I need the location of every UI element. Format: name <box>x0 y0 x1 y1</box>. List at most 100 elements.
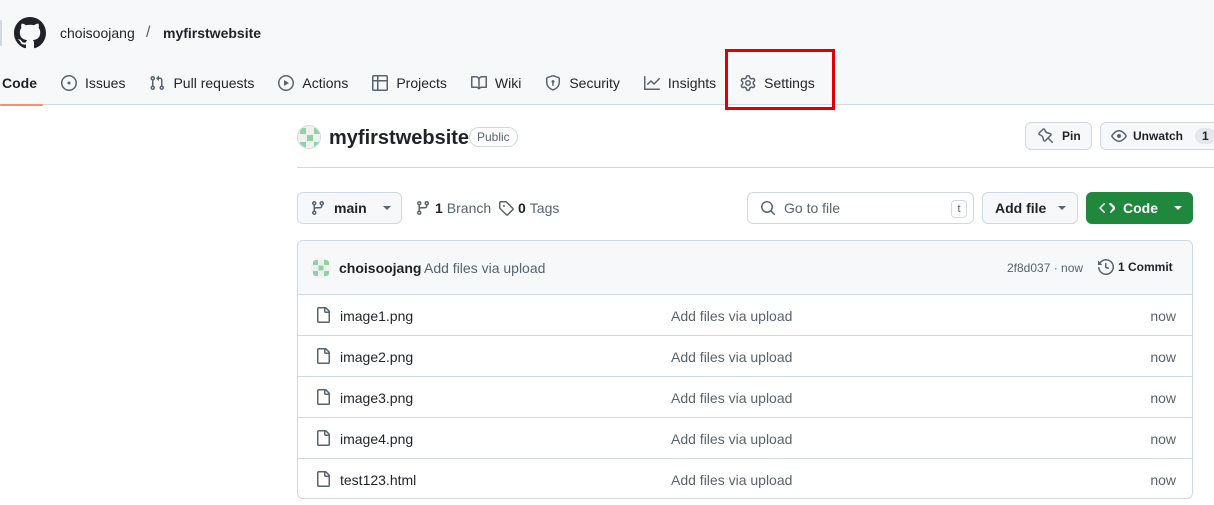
github-logo-icon[interactable] <box>14 17 46 49</box>
file-commit-message[interactable]: Add files via upload <box>671 308 792 324</box>
tab-security[interactable]: Security <box>533 64 632 102</box>
file-row[interactable]: image2.png Add files via upload now <box>298 336 1192 377</box>
repo-name[interactable]: myfirstwebsite <box>329 126 469 150</box>
history-icon <box>1098 259 1114 275</box>
file-icon <box>317 471 330 487</box>
shortcut-key: t <box>951 200 967 218</box>
sidebar-toggle-edge[interactable] <box>0 20 2 46</box>
commit-history-link[interactable]: 1 Commit <box>1098 259 1173 275</box>
file-commit-time: now <box>1150 308 1176 324</box>
git-branch-icon <box>416 201 429 216</box>
chevron-down-icon <box>382 206 391 210</box>
shield-icon <box>546 75 561 91</box>
commit-message[interactable]: Add files via upload <box>424 260 545 276</box>
tab-actions[interactable]: Actions <box>266 64 360 102</box>
branch-select-button[interactable]: main <box>297 192 402 224</box>
book-icon <box>470 75 487 90</box>
visibility-badge: Public <box>469 127 518 147</box>
file-icon <box>317 348 330 364</box>
chevron-down-icon <box>1174 206 1182 210</box>
breadcrumb-separator: / <box>146 24 151 41</box>
file-commit-message[interactable]: Add files via upload <box>671 390 792 406</box>
search-icon <box>761 201 776 216</box>
tab-wiki[interactable]: Wiki <box>459 64 533 102</box>
chevron-down-icon <box>1058 206 1067 210</box>
file-commit-time: now <box>1150 431 1176 447</box>
add-file-label: Add file <box>995 200 1047 216</box>
file-icon <box>317 430 330 446</box>
tab-label: Actions <box>302 75 349 91</box>
tab-label: Issues <box>85 75 126 91</box>
go-to-file-input[interactable]: Go to file t <box>747 192 974 224</box>
tab-settings[interactable]: Settings <box>728 64 827 102</box>
tab-label: Settings <box>764 75 815 91</box>
owner-avatar[interactable] <box>297 125 321 149</box>
branch-name: main <box>334 200 367 216</box>
watch-counter: 1 <box>1195 128 1214 144</box>
file-name[interactable]: image2.png <box>340 349 413 365</box>
repo-title-bar: myfirstwebsite Public Pin Unwatch 1 <box>297 120 1214 168</box>
file-name[interactable]: image1.png <box>340 308 413 324</box>
tab-label: Insights <box>667 75 717 91</box>
code-label: Code <box>1123 200 1158 216</box>
identicon-icon <box>298 126 320 148</box>
file-name[interactable]: image4.png <box>340 431 413 447</box>
file-list: choisoojang Add files via upload 2f8d037… <box>297 240 1193 499</box>
tab-label: Security <box>569 75 620 91</box>
tab-pull-requests[interactable]: Pull requests <box>137 64 266 102</box>
file-commit-time: now <box>1150 472 1176 488</box>
file-row[interactable]: image4.png Add files via upload now <box>298 418 1192 459</box>
code-button[interactable]: Code <box>1086 192 1193 224</box>
commit-author[interactable]: choisoojang <box>339 260 421 276</box>
tag-count: 0 <box>518 200 526 216</box>
tab-label: Wiki <box>494 75 522 91</box>
commit-sha-time[interactable]: 2f8d037 · now <box>1007 261 1083 275</box>
pin-button[interactable]: Pin <box>1025 122 1092 150</box>
tab-label: Projects <box>396 75 447 91</box>
tab-issues[interactable]: Issues <box>49 64 137 102</box>
tab-insights[interactable]: Insights <box>632 64 728 102</box>
git-pull-request-icon <box>150 75 165 91</box>
file-row[interactable]: image1.png Add files via upload now <box>298 295 1192 336</box>
tags-link[interactable]: 0 Tags <box>498 192 559 224</box>
branches-link[interactable]: 1 Branch <box>415 192 491 224</box>
table-icon <box>372 75 389 91</box>
tab-projects[interactable]: Projects <box>360 64 459 102</box>
file-toolbar: main 1 Branch 0 Tags Go to file t Add fi… <box>297 192 1193 224</box>
pin-label: Pin <box>1062 129 1081 143</box>
unwatch-button[interactable]: Unwatch 1 <box>1100 122 1214 150</box>
pin-icon <box>1038 128 1054 144</box>
file-commit-message[interactable]: Add files via upload <box>671 349 792 365</box>
tab-label: Code <box>2 75 37 91</box>
file-commit-time: now <box>1150 349 1176 365</box>
tab-label: Pull requests <box>173 75 255 91</box>
file-row[interactable]: test123.html Add files via upload now <box>298 459 1192 498</box>
search-placeholder: Go to file <box>784 200 841 216</box>
file-name[interactable]: test123.html <box>340 472 416 488</box>
commit-author-avatar[interactable] <box>311 258 331 278</box>
file-commit-message[interactable]: Add files via upload <box>671 431 792 447</box>
play-icon <box>278 75 295 91</box>
issue-opened-icon <box>61 75 77 91</box>
file-icon <box>317 307 330 323</box>
eye-icon <box>1111 130 1127 142</box>
tab-code[interactable]: Code <box>0 64 49 106</box>
breadcrumb-owner[interactable]: choisoojang <box>60 24 135 42</box>
code-icon <box>1099 203 1115 214</box>
file-name[interactable]: image3.png <box>340 390 413 406</box>
graph-icon <box>643 76 660 90</box>
file-commit-message[interactable]: Add files via upload <box>671 472 792 488</box>
breadcrumb-repo[interactable]: myfirstwebsite <box>163 24 261 42</box>
unwatch-label: Unwatch <box>1133 129 1184 143</box>
commit-count: 1 Commit <box>1118 260 1173 274</box>
gear-icon <box>740 75 756 91</box>
latest-commit-bar: choisoojang Add files via upload 2f8d037… <box>298 241 1192 295</box>
branch-count: 1 <box>435 200 443 216</box>
identicon-icon <box>311 258 331 278</box>
file-icon <box>317 389 330 405</box>
branch-label: Branch <box>446 200 492 216</box>
file-commit-time: now <box>1150 390 1176 406</box>
file-row[interactable]: image3.png Add files via upload now <box>298 377 1192 418</box>
add-file-button[interactable]: Add file <box>982 192 1078 224</box>
git-branch-icon <box>311 201 324 216</box>
